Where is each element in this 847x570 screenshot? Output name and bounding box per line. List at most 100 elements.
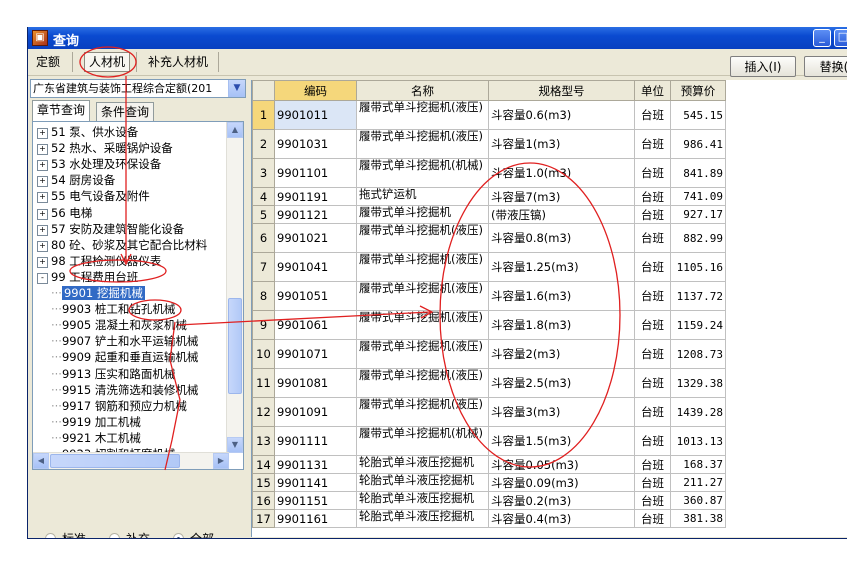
column-header-name[interactable]: 名称 <box>356 80 489 101</box>
expand-icon[interactable]: + <box>37 160 48 172</box>
price-cell: 381.38 <box>670 509 726 528</box>
table-row[interactable]: 13 9901111 履带式单斗挖掘机(机械) 斗容量1.5(m3) 台班 1013.13 <box>252 426 726 456</box>
scroll-down-icon[interactable]: ▼ <box>227 437 243 453</box>
tree-item-label: 9901 挖掘机械 <box>61 286 145 300</box>
tree-item[interactable]: +53 水处理及环保设备 <box>37 156 161 172</box>
price-cell: 168.37 <box>670 455 726 474</box>
name-cell: 轮胎式单斗液压挖掘机 <box>356 491 489 510</box>
row-number-cell: 3 <box>252 158 275 188</box>
name-cell: 履带式单斗挖掘机(液压) <box>356 281 489 311</box>
expand-icon[interactable]: + <box>37 176 48 188</box>
tree-item[interactable]: +55 电气设备及附件 <box>37 188 150 204</box>
tree-item[interactable]: +80 砼、砂浆及其它配合比材料 <box>37 237 207 253</box>
table-row[interactable]: 6 9901021 履带式单斗挖掘机(液压) 斗容量0.8(m3) 台班 882.99 <box>252 223 726 253</box>
tree-item[interactable]: ···9917 钢筋和预应力机械 <box>51 398 187 414</box>
column-header-price[interactable]: 预算价 <box>670 80 726 101</box>
price-cell: 1013.13 <box>670 426 726 456</box>
replace-button[interactable]: 替换( <box>804 56 847 77</box>
column-header-spec[interactable]: 规格型号 <box>488 80 635 101</box>
tree-item[interactable]: -99 工程费用台班 <box>37 269 138 285</box>
quota-library-select[interactable]: 广东省建筑与装饰工程综合定额(201 ▼ <box>30 79 246 98</box>
table-row[interactable]: 16 9901151 轮胎式单斗液压挖掘机 斗容量0.2(m3) 台班 360.87 <box>252 491 726 510</box>
code-cell: 9901051 <box>274 281 357 311</box>
radio-all-label: 全部 <box>190 532 215 539</box>
table-row[interactable]: 7 9901041 履带式单斗挖掘机(液压) 斗容量1.25(m3) 台班 1105.16 <box>252 252 726 282</box>
radio-standard[interactable]: 标准 <box>45 530 86 538</box>
tree-item[interactable]: +52 热水、采暖锅炉设备 <box>37 140 173 156</box>
tree-item[interactable]: ···9919 加工机械 <box>51 414 141 430</box>
tab-chapter-query[interactable]: 章节查询 <box>32 100 91 121</box>
tree-item[interactable]: ···9903 桩工和钻孔机械 <box>51 301 175 317</box>
insert-button[interactable]: 插入(I) <box>730 56 796 77</box>
table-row[interactable]: 10 9901071 履带式单斗挖掘机(液压) 斗容量2(m3) 台班 1208.73 <box>252 339 726 369</box>
expand-icon[interactable]: + <box>37 224 48 236</box>
title-bar[interactable]: ▣ 查询 _ □ <box>28 27 847 49</box>
table-row[interactable]: 2 9901031 履带式单斗挖掘机(液压) 斗容量1(m3) 台班 986.41 <box>252 129 726 159</box>
expand-icon[interactable]: + <box>37 128 48 139</box>
expand-icon[interactable]: + <box>37 144 48 156</box>
name-cell: 履带式单斗挖掘机(机械) <box>356 158 489 188</box>
hscroll-thumb[interactable] <box>50 454 180 468</box>
tree-item[interactable]: ···9915 清洗筛选和装修机械 <box>51 382 198 398</box>
table-row[interactable]: 11 9901081 履带式单斗挖掘机(液压) 斗容量2.5(m3) 台班 1329.38 <box>252 368 726 398</box>
tab-supplement-labor-material-machine[interactable]: 补充人材机 <box>144 53 212 71</box>
table-row[interactable]: 12 9901091 履带式单斗挖掘机(液压) 斗容量3(m3) 台班 1439.28 <box>252 397 726 427</box>
tree-item[interactable]: ··· 9901 挖掘机械 <box>51 285 145 301</box>
toolbar: 定额 人材机 补充人材机 <box>28 49 847 76</box>
tree-item-label: 99 工程费用台班 <box>51 269 139 284</box>
tab-labor-material-machine[interactable]: 人材机 <box>84 52 131 72</box>
tree-item[interactable]: ···9913 压实和路面机械 <box>51 366 175 382</box>
table-row[interactable]: 15 9901141 轮胎式单斗液压挖掘机 斗容量0.09(m3) 台班 211.27 <box>252 473 726 492</box>
collapse-icon[interactable]: - <box>37 272 48 284</box>
minimize-icon[interactable]: _ <box>813 29 831 47</box>
expand-icon[interactable]: + <box>37 256 48 268</box>
tab-condition-query[interactable]: 条件查询 <box>96 102 155 121</box>
tree-item[interactable]: +54 厨房设备 <box>37 172 115 188</box>
scroll-thumb[interactable] <box>228 298 242 394</box>
price-cell: 1329.38 <box>670 368 726 398</box>
table-row[interactable]: 3 9901101 履带式单斗挖掘机(机械) 斗容量1.0(m3) 台班 841.89 <box>252 158 726 188</box>
scroll-right-icon[interactable]: ▶ <box>213 453 229 469</box>
tree-item[interactable]: ···9921 木工机械 <box>51 430 141 446</box>
price-cell: 741.09 <box>670 187 726 206</box>
tree-item[interactable]: ···9907 铲土和水平运输机械 <box>51 333 198 349</box>
table-row[interactable]: 9 9901061 履带式单斗挖掘机(液压) 斗容量1.8(m3) 台班 1159.24 <box>252 310 726 340</box>
column-header-code[interactable]: 编码 <box>274 80 357 101</box>
scroll-up-icon[interactable]: ▲ <box>227 122 243 138</box>
vertical-scrollbar[interactable]: ▲ ▼ <box>226 122 243 453</box>
left-panel: 广东省建筑与装饰工程综合定额(201 ▼ 章节查询 条件查询 +51 泵、供水设… <box>30 79 246 539</box>
maximize-icon[interactable]: □ <box>834 29 847 47</box>
name-cell: 履带式单斗挖掘机(液压) <box>356 339 489 369</box>
spec-cell: 斗容量0.8(m3) <box>488 223 635 253</box>
tree-item[interactable]: +98 工程检测仪器仪表 <box>37 253 161 269</box>
tree-item[interactable]: ···9909 起重和垂直运输机械 <box>51 349 198 365</box>
expand-icon[interactable]: + <box>37 192 48 204</box>
name-cell: 轮胎式单斗液压挖掘机 <box>356 473 489 492</box>
table-row[interactable]: 5 9901121 履带式单斗挖掘机 (带液压镐) 台班 927.17 <box>252 205 726 224</box>
tab-quota[interactable]: 定额 <box>32 53 64 71</box>
expand-icon[interactable]: + <box>37 240 48 252</box>
unit-cell: 台班 <box>634 100 671 130</box>
spec-cell: 斗容量2(m3) <box>488 339 635 369</box>
chapter-tree: +51 泵、供水设备 +52 热水、采暖锅炉设备 +53 水处理及环保设备 +54 厨… <box>32 121 244 470</box>
price-cell: 927.17 <box>670 205 726 224</box>
column-header-unit[interactable]: 单位 <box>634 80 671 101</box>
table-row[interactable]: 17 9901161 轮胎式单斗液压挖掘机 斗容量0.4(m3) 台班 381.38 <box>252 509 726 528</box>
radio-supplement[interactable]: 补充 <box>109 530 150 538</box>
chevron-down-icon[interactable]: ▼ <box>228 80 245 97</box>
radio-all[interactable]: 全部 <box>173 530 215 539</box>
horizontal-scrollbar[interactable]: ◀ ▶ <box>33 452 229 469</box>
table-row[interactable]: 8 9901051 履带式单斗挖掘机(液压) 斗容量1.6(m3) 台班 1137.72 <box>252 281 726 311</box>
scroll-left-icon[interactable]: ◀ <box>33 453 49 469</box>
expand-icon[interactable]: + <box>37 208 48 220</box>
row-number-cell: 1 <box>252 100 275 130</box>
table-row[interactable]: 14 9901131 轮胎式单斗液压挖掘机 斗容量0.05(m3) 台班 168.37 <box>252 455 726 474</box>
table-row[interactable]: 4 9901191 拖式铲运机 斗容量7(m3) 台班 741.09 <box>252 187 726 206</box>
table-row[interactable]: 1 9901011 履带式单斗挖掘机(液压) 斗容量0.6(m3) 台班 545.15 <box>252 100 726 130</box>
tree-item[interactable]: +57 安防及建筑智能化设备 <box>37 221 184 237</box>
code-cell: 9901101 <box>274 158 357 188</box>
tree-item[interactable]: +51 泵、供水设备 <box>37 124 138 140</box>
tree-item[interactable]: ···9905 混凝土和灰浆机械 <box>51 317 187 333</box>
tree-item[interactable]: +56 电梯 <box>37 205 92 221</box>
toolbar-divider <box>136 52 137 72</box>
